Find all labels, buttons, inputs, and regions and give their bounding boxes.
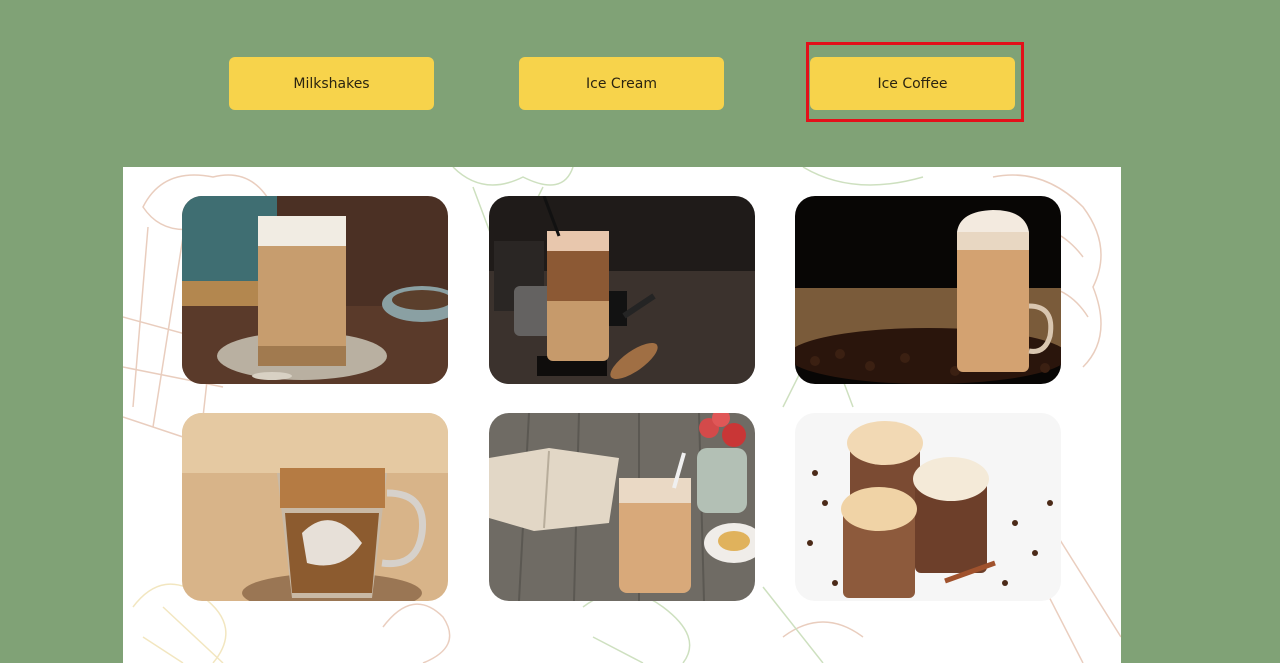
iced-coffee-mug-photo[interactable] bbox=[182, 413, 448, 601]
iced-coffee-book-flowers-photo[interactable] bbox=[489, 413, 755, 601]
tab-ice-cream[interactable]: Ice Cream bbox=[519, 57, 724, 110]
iced-latte-photo[interactable] bbox=[182, 196, 448, 384]
tab-ice-coffee[interactable]: Ice Coffee bbox=[810, 57, 1015, 110]
mocha-frappes-photo[interactable] bbox=[795, 413, 1061, 601]
tab-milkshakes[interactable]: Milkshakes bbox=[229, 57, 434, 110]
iced-coffee-dark-table-photo[interactable] bbox=[489, 196, 755, 384]
gallery-panel bbox=[123, 167, 1121, 663]
whipped-iced-coffee-beans-photo[interactable] bbox=[795, 196, 1061, 384]
